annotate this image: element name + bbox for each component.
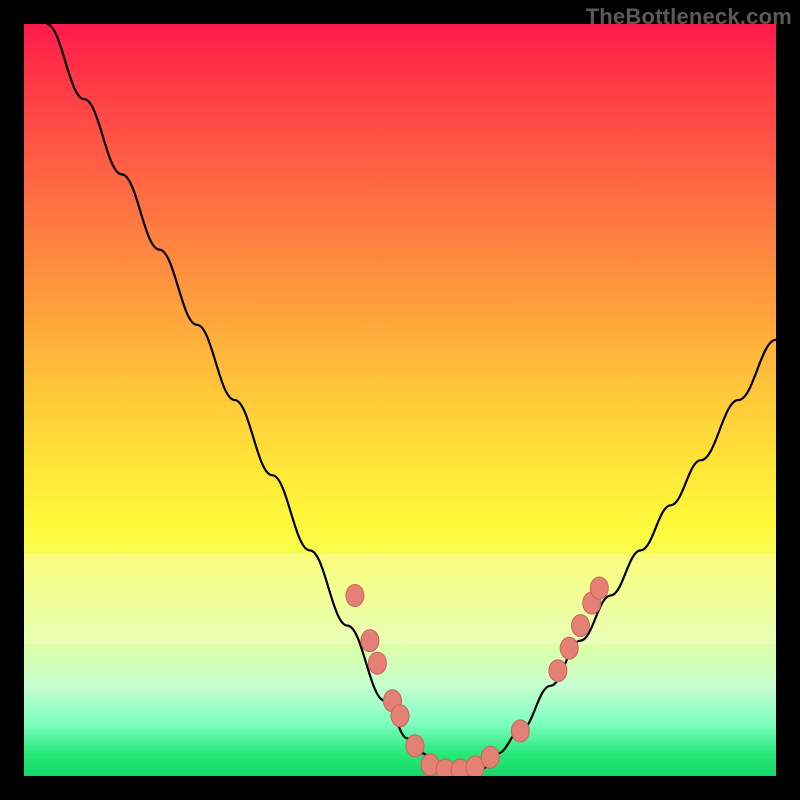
curve-marker [361, 630, 379, 652]
curve-marker [346, 585, 364, 607]
curve-layer [24, 24, 776, 776]
curve-marker [511, 720, 529, 742]
curve-marker [481, 746, 499, 768]
curve-marker [368, 652, 386, 674]
bottleneck-curve [47, 24, 776, 772]
watermark-text: TheBottleneck.com [586, 4, 792, 30]
curve-marker [391, 705, 409, 727]
curve-marker [572, 615, 590, 637]
chart-frame: TheBottleneck.com [0, 0, 800, 800]
curve-marker [549, 660, 567, 682]
plot-area [24, 24, 776, 776]
curve-marker [406, 735, 424, 757]
curve-markers [346, 577, 608, 776]
curve-marker [560, 637, 578, 659]
curve-marker [590, 577, 608, 599]
